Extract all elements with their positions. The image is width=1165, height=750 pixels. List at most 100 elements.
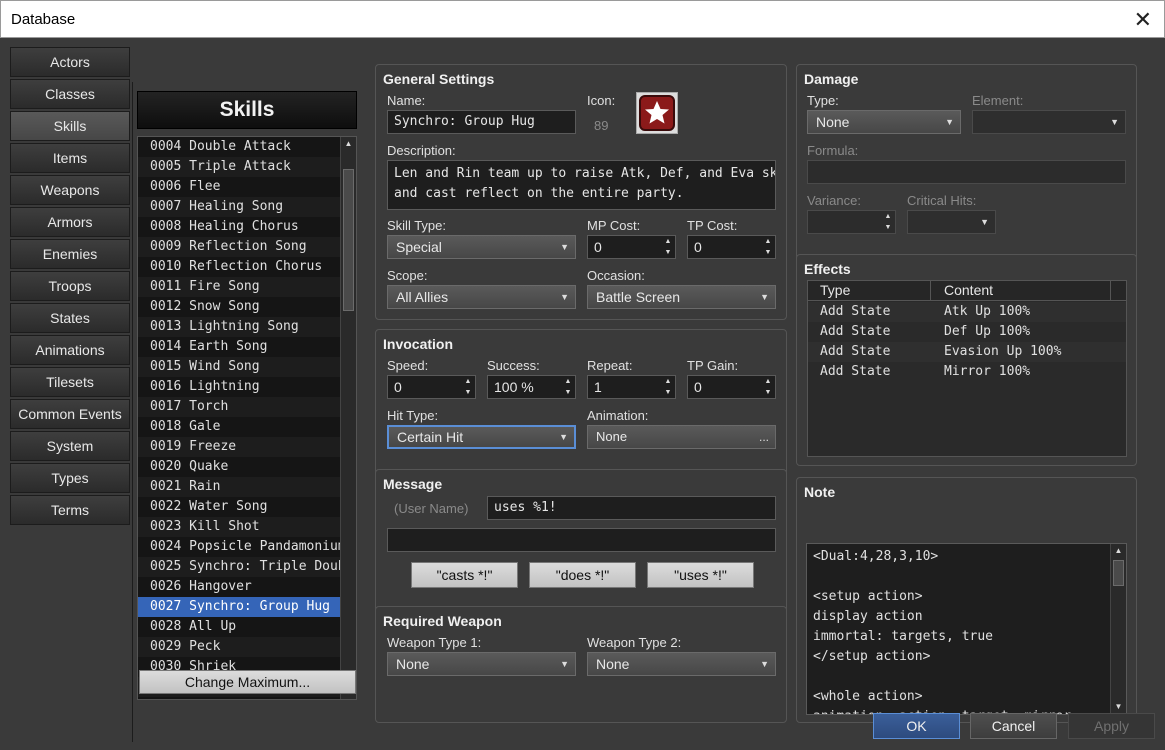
list-item[interactable]: 0022 Water Song	[138, 497, 341, 517]
list-item[interactable]: 0014 Earth Song	[138, 337, 341, 357]
icon-index: 89	[594, 118, 609, 133]
list-item[interactable]: 0012 Snow Song	[138, 297, 341, 317]
cancel-button[interactable]: Cancel	[970, 713, 1057, 739]
ellipsis-icon[interactable]: ...	[759, 426, 769, 448]
list-item[interactable]: 0023 Kill Shot	[138, 517, 341, 537]
list-item[interactable]: 0018 Gale	[138, 417, 341, 437]
name-field[interactable]: Synchro: Group Hug	[387, 110, 576, 134]
message-line-1[interactable]: uses %1!	[487, 496, 776, 520]
mp-cost-spinner[interactable]: 0 ▲ ▼	[587, 235, 676, 259]
list-item[interactable]: 0015 Wind Song	[138, 357, 341, 377]
category-tab-actors[interactable]: Actors	[10, 47, 130, 77]
ok-button[interactable]: OK	[873, 713, 960, 739]
note-line: immortal: targets, true	[813, 629, 994, 644]
col-type[interactable]: Type	[820, 282, 850, 298]
skill-list[interactable]: 0004 Double Attack 0005 Triple Attack 0006…	[137, 136, 357, 700]
casts-button[interactable]: "casts *!"	[411, 562, 518, 588]
skill-type-label: Skill Type:	[387, 218, 447, 233]
category-tab-items[interactable]: Items	[10, 143, 130, 173]
list-item[interactable]: 0024 Popsicle Pandamonium	[138, 537, 346, 557]
list-item[interactable]: 0028 All Up	[138, 617, 341, 637]
list-item[interactable]: 0017 Torch	[138, 397, 341, 417]
change-maximum-button[interactable]: Change Maximum...	[139, 670, 356, 694]
skill-type-select[interactable]: Special ▼	[387, 235, 576, 259]
repeat-spinner[interactable]: 1 ▲ ▼	[587, 375, 676, 399]
category-tab-states[interactable]: States	[10, 303, 130, 333]
category-tab-common-events[interactable]: Common Events	[10, 399, 130, 429]
message-line-2[interactable]	[387, 528, 776, 552]
spinner-arrows-icon[interactable]: ▲ ▼	[561, 376, 575, 398]
list-item[interactable]: 0011 Fire Song	[138, 277, 341, 297]
note-scrollbar[interactable]: ▲ ▼	[1110, 544, 1126, 714]
success-spinner[interactable]: 100 % ▲ ▼	[487, 375, 576, 399]
uses-button[interactable]: "uses *!"	[647, 562, 754, 588]
scroll-down-icon[interactable]: ▼	[1111, 700, 1126, 714]
speed-label: Speed:	[387, 358, 429, 373]
weapon-type-2-select[interactable]: None ▼	[587, 652, 776, 676]
tp-cost-spinner[interactable]: 0 ▲ ▼	[687, 235, 776, 259]
spinner-arrows-icon[interactable]: ▲ ▼	[761, 236, 775, 258]
scroll-thumb[interactable]	[343, 169, 354, 311]
list-item[interactable]: 0029 Peck	[138, 637, 341, 657]
close-icon[interactable]: ✕	[1134, 7, 1152, 33]
scroll-up-icon[interactable]: ▲	[341, 137, 356, 151]
database-window: Actors Classes Skills Items Weapons Armors Ene…	[0, 38, 1165, 750]
category-tab-weapons[interactable]: Weapons	[10, 175, 130, 205]
category-tab-animations[interactable]: Animations	[10, 335, 130, 365]
category-tab-troops[interactable]: Troops	[10, 271, 130, 301]
table-row[interactable]: Add State Atk Up 100%	[808, 302, 1126, 322]
note-field[interactable]: <Dual:4,28,3,10> <setup action> display ac…	[806, 543, 1127, 715]
animation-select[interactable]: None...	[587, 425, 776, 449]
category-tab-enemies[interactable]: Enemies	[10, 239, 130, 269]
category-tab-types[interactable]: Types	[10, 463, 130, 493]
spinner-arrows-icon[interactable]: ▲ ▼	[461, 376, 475, 398]
effect-content: Def Up 100%	[944, 324, 1031, 339]
list-item[interactable]: 0016 Lightning	[138, 377, 341, 397]
category-tab-system[interactable]: System	[10, 431, 130, 461]
list-item[interactable]: 0027 Synchro: Group Hug	[138, 597, 341, 617]
occasion-select[interactable]: Battle Screen ▼	[587, 285, 776, 309]
damage-type-select[interactable]: None ▼	[807, 110, 961, 134]
animation-label: Animation:	[587, 408, 649, 423]
weapon-type-1-select[interactable]: None ▼	[387, 652, 576, 676]
table-row[interactable]: Add State Mirror 100%	[808, 362, 1126, 382]
skill-list-scrollbar[interactable]: ▲ ▼	[340, 137, 356, 699]
category-tab-classes[interactable]: Classes	[10, 79, 130, 109]
list-item[interactable]: 0005 Triple Attack	[138, 157, 341, 177]
list-item[interactable]: 0010 Reflection Chorus	[138, 257, 341, 277]
list-item[interactable]: 0004 Double Attack	[138, 137, 341, 157]
list-item[interactable]: 0007 Healing Song	[138, 197, 341, 217]
table-row[interactable]: Add State Def Up 100%	[808, 322, 1126, 342]
does-button[interactable]: "does *!"	[529, 562, 636, 588]
category-tab-tilesets[interactable]: Tilesets	[10, 367, 130, 397]
list-item[interactable]: 0009 Reflection Song	[138, 237, 341, 257]
scroll-thumb[interactable]	[1113, 560, 1124, 586]
spinner-arrows-icon[interactable]: ▲ ▼	[761, 376, 775, 398]
col-content[interactable]: Content	[944, 282, 993, 298]
spinner-arrows-icon[interactable]: ▲ ▼	[661, 236, 675, 258]
damage-type-value: None	[816, 114, 850, 130]
description-field[interactable]: Len and Rin team up to raise Atk, Def, a…	[387, 160, 776, 210]
category-tab-terms[interactable]: Terms	[10, 495, 130, 525]
table-row[interactable]: Add State Evasion Up 100%	[808, 342, 1126, 362]
chevron-down-icon: ▼	[560, 292, 569, 302]
list-item[interactable]: 0006 Flee	[138, 177, 341, 197]
list-item[interactable]: 0025 Synchro: Triple Double	[138, 557, 356, 577]
category-tab-skills[interactable]: Skills	[10, 111, 130, 141]
hit-type-select[interactable]: Certain Hit ▼	[387, 425, 576, 449]
list-item[interactable]: 0013 Lightning Song	[138, 317, 341, 337]
scroll-up-icon[interactable]: ▲	[1111, 544, 1126, 558]
list-item[interactable]: 0019 Freeze	[138, 437, 341, 457]
invocation-title: Invocation	[383, 336, 454, 352]
scope-select[interactable]: All Allies ▼	[387, 285, 576, 309]
tp-gain-spinner[interactable]: 0 ▲ ▼	[687, 375, 776, 399]
category-tab-armors[interactable]: Armors	[10, 207, 130, 237]
skill-icon-button[interactable]	[636, 92, 678, 134]
effects-table[interactable]: Type Content Add State Atk Up 100% Add Sta…	[807, 280, 1127, 457]
speed-spinner[interactable]: 0 ▲ ▼	[387, 375, 476, 399]
spinner-arrows-icon[interactable]: ▲ ▼	[661, 376, 675, 398]
list-item[interactable]: 0020 Quake	[138, 457, 341, 477]
list-item[interactable]: 0008 Healing Chorus	[138, 217, 341, 237]
list-item[interactable]: 0021 Rain	[138, 477, 341, 497]
list-item[interactable]: 0026 Hangover	[138, 577, 341, 597]
